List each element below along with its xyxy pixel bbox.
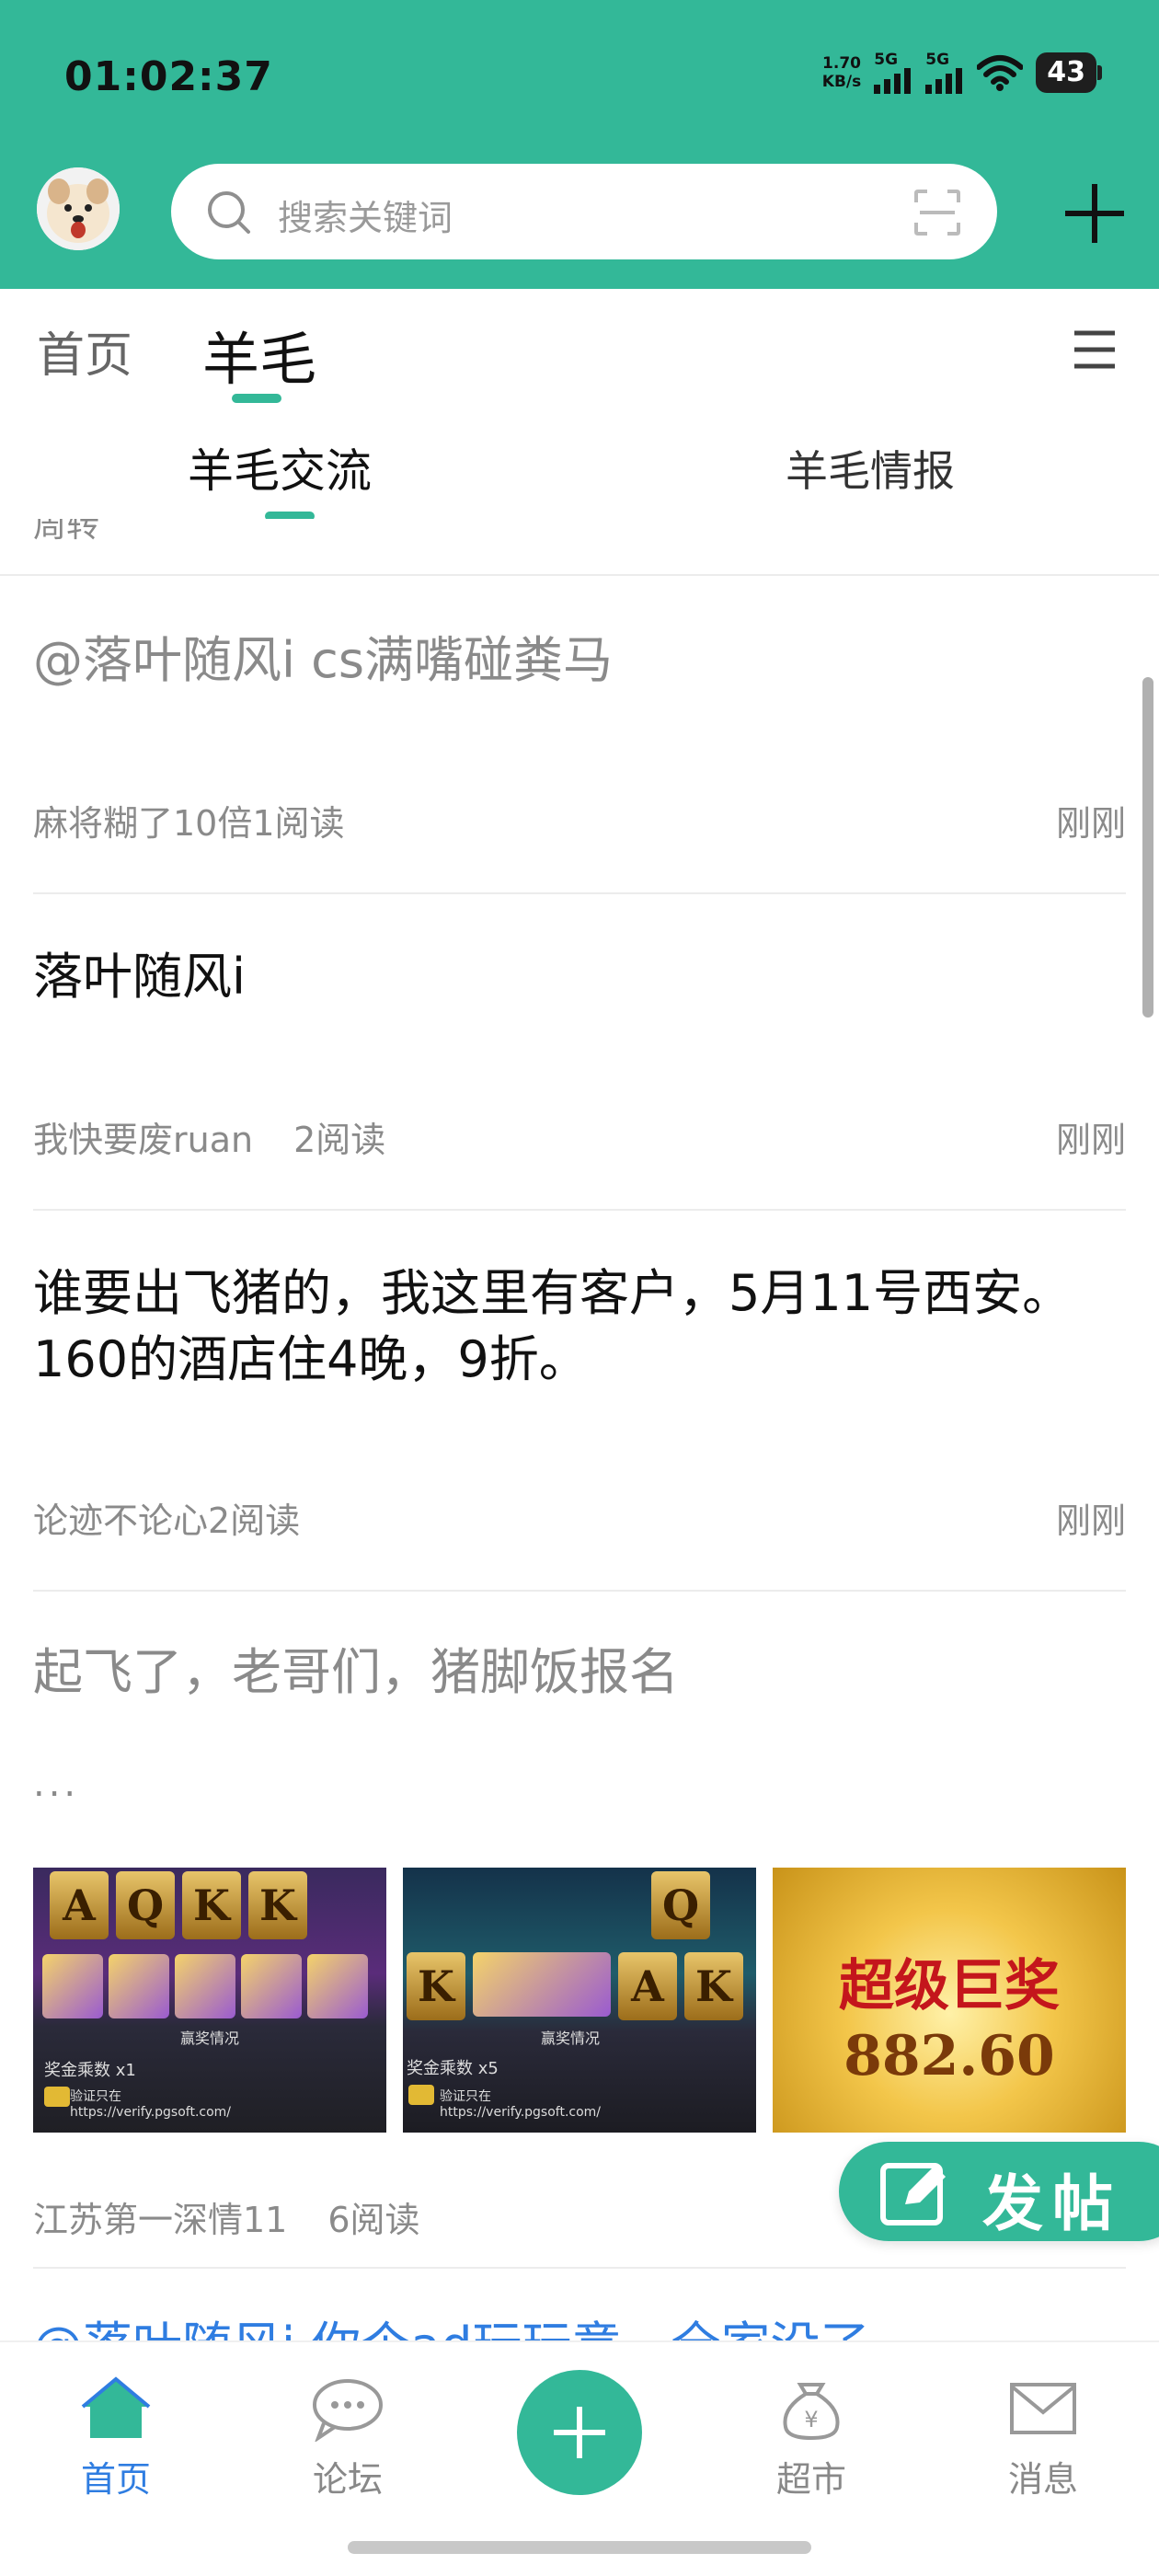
post-meta: 江苏第一深情11 6阅读 [33,2191,420,2242]
post-meta: 麻将糊了10倍1阅读 [33,795,345,845]
post-author[interactable]: 江苏第一深情11 [33,2200,287,2240]
status-icons: 1.70 KB/s 5G 5G 43 [821,52,1102,94]
post-time: 刚刚 [1055,803,1126,844]
post-feed[interactable]: 周转 @落叶随风i cs满嘴碰粪马 麻将糊了10倍1阅读 刚刚 落叶随风i 我快… [0,519,1159,2340]
post-author[interactable]: 论迹不论心 [33,1501,208,1541]
add-icon [554,2407,605,2458]
scan-icon[interactable] [912,188,962,237]
post-author[interactable]: 麻将糊了10倍 [33,803,252,844]
network-speed: 1.70 KB/s [821,54,862,91]
post-title[interactable]: 谁要出飞猪的，我这里有客户，5月11号西安。160的酒店住4晚，9折。 [33,1260,1128,1393]
slot-card-row: A Q K K [50,1871,307,1939]
jackpot-title: 超级巨奖 [839,1954,1060,2018]
nav-home[interactable]: 首页 [52,2375,180,2501]
post-reads: 2阅读 [208,1501,301,1541]
sub-tab-exchange[interactable]: 羊毛交流 [188,434,372,500]
post-reads: 2阅读 [293,1120,386,1160]
post-image-2[interactable]: Q K A K 赢奖情况 奖金乘数 x5 验证只在 https://verify… [403,1868,756,2133]
wifi-icon [977,55,1024,91]
post-meta: 论迹不论心2阅读 [33,1492,300,1543]
pg-logo-icon [44,2087,70,2107]
post-image-3[interactable]: 超级巨奖 882.60 [773,1868,1126,2133]
divider [33,1209,1126,1211]
plus-icon[interactable] [1061,180,1128,247]
new-post-label: 发帖 [982,2168,1122,2239]
slot-symbol-row [42,1954,368,2018]
sub-tabs: 羊毛交流 羊毛情报 [0,408,1159,521]
divider [33,2267,1126,2269]
nav-market[interactable]: ¥ 超市 [747,2375,876,2501]
nav-add-button[interactable] [517,2370,642,2495]
nav-messages[interactable]: 消息 [979,2375,1107,2501]
new-post-button[interactable]: 发帖 [839,2142,1159,2241]
slot-card-row: Q [651,1871,710,1939]
post-ellipsis: ... [33,1763,80,1805]
scrollbar[interactable] [1142,677,1153,1018]
post-author[interactable]: 我快要废ruan [33,1120,253,1160]
search-bar[interactable]: 搜索关键词 [171,164,997,259]
bottom-nav: 首页 论坛 ¥ 超市 消息 [0,2340,1159,2576]
tab-home[interactable]: 首页 [37,316,132,385]
avatar[interactable] [37,167,120,250]
sub-tab-intel[interactable]: 羊毛情报 [786,438,955,499]
post-title[interactable]: @落叶随风i cs满嘴碰粪马 [33,627,1128,694]
status-time: 01:02:37 [64,53,273,100]
post-meta: 我快要废ruan 2阅读 [33,1111,385,1162]
post-title-cutoff[interactable]: @落叶随风i 你个ad玩玩意，全家没了 [33,2313,1128,2340]
tab-yangmao[interactable]: 羊毛 [202,313,316,396]
signal-icon-2: 5G [925,52,964,94]
post-reads: 6阅读 [327,2200,420,2240]
pg-logo-icon [408,2085,434,2105]
post-title[interactable]: 落叶随风i [33,944,1128,1010]
active-tab-indicator [232,394,281,403]
post-time: 刚刚 [1055,1501,1126,1541]
post-time: 刚刚 [1055,1120,1126,1160]
jackpot-amount: 882.60 [843,2024,1055,2088]
top-tabs: 首页 羊毛 [0,289,1159,408]
nav-forum[interactable]: 论坛 [283,2375,412,2501]
cutoff-text-top: 周转 [33,519,100,545]
post-image-1[interactable]: A Q K K 赢奖情况 奖金乘数 x1 验证只在 https://verify… [33,1868,386,2133]
chat-icon [313,2379,383,2442]
search-placeholder: 搜索关键词 [278,198,453,238]
slot-card-row-2: K A K [407,1952,743,2020]
search-icon [208,191,250,234]
home-indicator[interactable] [348,2541,811,2554]
post-title[interactable]: 起飞了，老哥们，猪脚饭报名 [33,1639,1128,1706]
mail-icon [1010,2383,1076,2434]
edit-icon [880,2163,946,2225]
svg-text:¥: ¥ [804,2407,818,2432]
menu-icon[interactable] [1073,329,1117,370]
divider [33,1590,1126,1592]
app-header: 01:02:37 1.70 KB/s 5G 5G 43 搜索关键词 [0,0,1159,289]
money-bag-icon: ¥ [783,2383,840,2441]
divider [0,574,1159,576]
battery-indicator: 43 [1036,52,1102,93]
divider [33,892,1126,894]
home-icon [81,2376,151,2438]
signal-icon-1: 5G [874,52,912,94]
post-reads: 1阅读 [252,803,345,844]
